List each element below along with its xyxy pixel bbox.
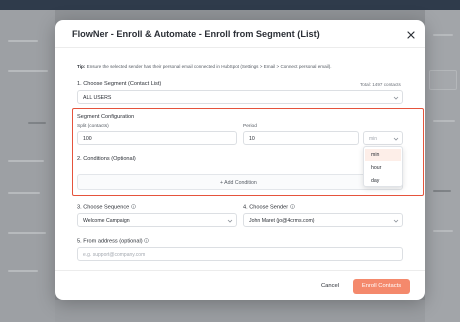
from-address-label: 5. From address (optional)	[77, 238, 149, 245]
app-right-panel	[425, 10, 460, 322]
from-address-input[interactable]: e.g. support@company.com	[77, 247, 403, 261]
close-icon	[407, 31, 415, 39]
sender-value: John Maret (jo@4crms.com)	[249, 218, 315, 224]
chevron-down-icon	[393, 96, 399, 100]
segment-configuration-heading: Segment Configuration	[77, 114, 135, 120]
period-unit-placeholder: min	[369, 136, 378, 142]
sequence-value: Welcome Campaign	[83, 218, 130, 224]
from-address-placeholder: e.g. support@company.com	[83, 252, 146, 258]
period-label: Period	[243, 124, 257, 129]
chevron-down-icon	[227, 219, 233, 223]
add-condition-button[interactable]: + Add Condition	[77, 174, 403, 190]
enroll-contacts-button[interactable]: Enroll Contacts	[353, 279, 410, 294]
modal-header: FlowNer - Enroll & Automate - Enroll fro…	[55, 20, 425, 48]
sequence-label: 3. Choose Sequence	[77, 204, 136, 211]
chevron-down-icon	[393, 137, 399, 141]
sender-select[interactable]: John Maret (jo@4crms.com)	[243, 213, 403, 227]
enroll-modal: FlowNer - Enroll & Automate - Enroll fro…	[55, 20, 425, 300]
split-value: 100	[83, 136, 92, 142]
footer-divider	[55, 270, 425, 271]
split-label: Split (contacts)	[77, 124, 109, 129]
segment-total: Total: 1497 contacts	[360, 82, 401, 87]
chevron-down-icon	[393, 219, 399, 223]
period-unit-option-day[interactable]: day	[365, 175, 401, 187]
app-bottom-area	[55, 300, 425, 322]
modal-title: FlowNer - Enroll & Automate - Enroll fro…	[72, 29, 320, 39]
period-value: 10	[249, 136, 255, 142]
period-unit-select[interactable]: min	[363, 131, 403, 145]
conditions-label: 2. Conditions (Optional)	[77, 156, 136, 162]
period-input[interactable]: 10	[243, 131, 359, 145]
segment-select[interactable]: ALL USERS	[77, 90, 403, 104]
segment-value: ALL USERS	[83, 95, 112, 101]
segment-label: 1. Choose Segment (Contact List)	[77, 81, 162, 87]
cancel-button[interactable]: Cancel	[312, 279, 348, 294]
app-left-panel	[0, 10, 55, 322]
tip-text: Tip: Ensure the selected sender has thei…	[77, 64, 332, 69]
info-icon	[130, 204, 136, 209]
period-unit-option-min[interactable]: min	[365, 149, 401, 161]
split-input[interactable]: 100	[77, 131, 237, 145]
info-icon	[144, 238, 149, 243]
app-top-bar	[0, 0, 460, 10]
info-icon	[289, 204, 295, 209]
add-condition-label: + Add Condition	[220, 180, 257, 186]
period-unit-dropdown: min hour day	[363, 146, 403, 187]
sequence-select[interactable]: Welcome Campaign	[77, 213, 237, 227]
sender-label: 4. Choose Sender	[243, 204, 295, 211]
close-button[interactable]	[405, 28, 417, 40]
period-unit-option-hour[interactable]: hour	[365, 162, 401, 174]
